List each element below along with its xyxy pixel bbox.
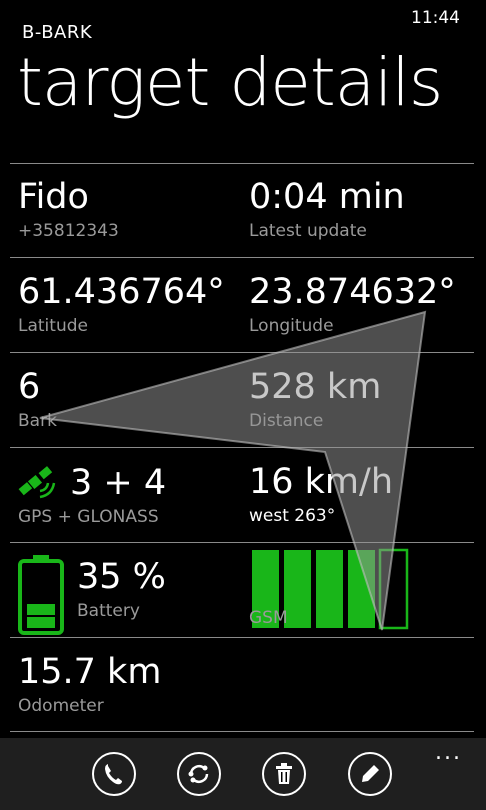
satellites-label: GPS + GLONASS [18,507,159,527]
more-menu-button[interactable]: ... [435,740,462,765]
latitude-label: Latitude [18,316,88,336]
latitude-cell: 61.436764° Latitude [18,272,225,337]
speed-cell: 16 km/h west 263° [249,462,393,527]
battery-value: 35 % [77,557,166,597]
gsm-cell: GSM [249,583,288,628]
sync-icon [188,765,209,783]
status-time: 11:44 [411,8,460,28]
target-name-cell: Fido +35812343 [18,177,119,242]
edit-icon [362,765,379,782]
satellites-cell: 3 + 4 GPS + GLONASS [18,465,166,527]
speed-value: 16 km/h [249,462,393,502]
gsm-bar [316,550,343,628]
distance-cell: 528 km Distance [249,367,382,432]
target-phone: +35812343 [18,221,119,241]
satellite-icon [18,466,56,499]
odometer-cell: 15.7 km Odometer [18,652,162,717]
distance-value: 528 km [249,367,382,407]
call-button[interactable] [92,752,136,796]
heading-label: west 263° [249,506,336,526]
app-title: B-BARK [22,22,93,43]
latest-update-cell: 0:04 min Latest update [249,177,405,242]
delete-icon [276,763,292,784]
delete-button[interactable] [262,752,306,796]
longitude-cell: 23.874632° Longitude [249,272,456,337]
odometer-label: Odometer [18,696,104,716]
gsm-bar [378,548,409,630]
battery-cell: 35 % Battery [77,557,166,622]
divider [10,637,474,638]
gsm-label: GSM [249,608,288,628]
divider [10,257,474,258]
latest-update-label: Latest update [249,221,367,241]
divider [10,447,474,448]
latitude-value: 61.436764° [18,272,225,312]
odometer-value: 15.7 km [18,652,162,692]
gsm-bar [348,550,375,628]
battery-label: Battery [77,601,140,621]
app-bar: ... [0,738,486,810]
battery-icon [18,555,64,635]
page-title: target details [17,44,443,121]
divider [10,163,474,164]
target-name: Fido [18,177,89,217]
longitude-label: Longitude [249,316,334,336]
satellites-value: 3 + 4 [70,462,167,503]
bark-value: 6 [18,367,41,407]
bark-label: Bark [18,411,57,431]
divider [10,542,474,543]
longitude-value: 23.874632° [249,272,456,312]
bark-cell: 6 Bark [18,367,57,432]
divider [10,352,474,353]
phone-icon [105,764,122,785]
latest-update-value: 0:04 min [249,177,405,217]
divider [10,731,474,732]
edit-button[interactable] [348,752,392,796]
refresh-button[interactable] [177,752,221,796]
distance-label: Distance [249,411,324,431]
gsm-bar [284,550,311,628]
